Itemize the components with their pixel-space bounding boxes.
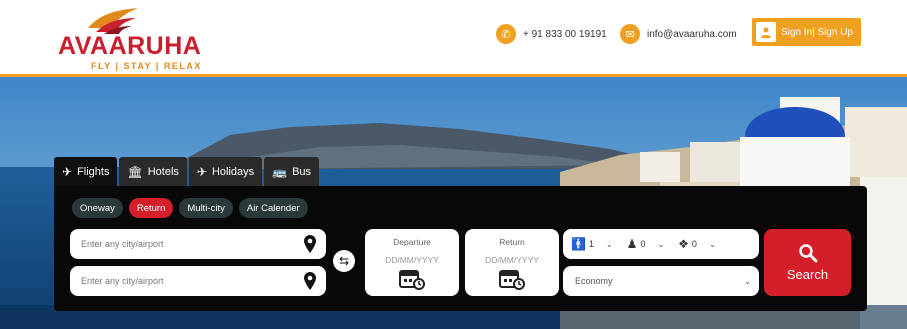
phone-contact[interactable]: ✆ + 91 833 00 19191 xyxy=(496,22,607,46)
mail-icon: ✉ xyxy=(620,24,640,44)
from-city-input[interactable]: Enter any city/airport xyxy=(70,229,326,259)
site-header: AVAARUHA FLY | STAY | RELAX ✆ + 91 833 0… xyxy=(0,0,907,77)
swap-cities-button[interactable]: ⇆ xyxy=(333,250,355,272)
chevron-down-icon: ⌄ xyxy=(605,239,613,249)
cabin-class-value: Economy xyxy=(575,276,613,286)
hotel-icon: 🏛 xyxy=(127,164,143,179)
adults-select[interactable]: 🚹 1 ⌄ xyxy=(571,237,613,251)
holidays-icon: ✈ xyxy=(196,164,207,179)
user-icon xyxy=(756,22,776,42)
children-select[interactable]: ♟ 0 ⌄ xyxy=(627,237,664,251)
departure-placeholder: DD/MM/YYYY xyxy=(385,255,439,265)
email-contact[interactable]: ✉ info@avaaruha.com xyxy=(620,22,737,46)
location-pin-icon xyxy=(304,235,316,253)
search-button[interactable]: Search xyxy=(764,229,851,296)
calendar-clock-icon xyxy=(399,270,425,290)
return-date-input[interactable]: Return DD/MM/YYYY xyxy=(465,229,559,296)
from-city-placeholder: Enter any city/airport xyxy=(81,239,164,249)
trip-type-selector: Oneway Return Multi-city Air Calender xyxy=(72,198,314,218)
tab-hotels[interactable]: 🏛 Hotels xyxy=(119,157,187,186)
cabin-class-select[interactable]: Economy ⌄ xyxy=(563,266,759,296)
bus-icon: 🚌 xyxy=(272,164,288,179)
tab-label: Bus xyxy=(292,165,312,178)
sign-in-label: Sign In| Sign Up xyxy=(781,26,854,38)
tab-label: Hotels xyxy=(147,165,179,178)
tab-bus[interactable]: 🚌 Bus xyxy=(264,157,320,186)
chevron-down-icon: ⌄ xyxy=(744,276,751,286)
children-count: 0 xyxy=(640,239,646,249)
calendar-clock-icon xyxy=(499,270,525,290)
search-label: Search xyxy=(786,267,829,282)
child-icon: ♟ xyxy=(626,237,638,251)
flight-search-panel: Oneway Return Multi-city Air Calender En… xyxy=(54,186,867,311)
trip-type-multi-city[interactable]: Multi-city xyxy=(179,198,233,218)
adults-count: 1 xyxy=(588,239,594,249)
email-address: info@avaaruha.com xyxy=(647,28,737,40)
chevron-down-icon: ⌄ xyxy=(708,239,716,249)
tab-label: Flights xyxy=(77,165,110,178)
return-placeholder: DD/MM/YYYY xyxy=(485,255,539,265)
infant-icon: ❖ xyxy=(678,237,689,251)
adult-icon: 🚹 xyxy=(571,237,586,251)
to-city-input[interactable]: Enter any city/airport xyxy=(70,266,326,296)
brand-logo[interactable]: AVAARUHA FLY | STAY | RELAX xyxy=(58,6,233,71)
sign-in-button[interactable]: Sign In| Sign Up xyxy=(752,18,861,46)
tab-label: Holidays xyxy=(211,165,255,178)
departure-label: Departure xyxy=(393,237,431,247)
departure-date-input[interactable]: Departure DD/MM/YYYY xyxy=(365,229,459,296)
trip-type-return[interactable]: Return xyxy=(128,198,174,218)
to-city-placeholder: Enter any city/airport xyxy=(81,276,164,286)
swap-icon: ⇆ xyxy=(338,254,350,268)
phone-number: + 91 833 00 19191 xyxy=(523,28,607,40)
search-icon xyxy=(798,244,817,263)
tab-holidays[interactable]: ✈ Holidays xyxy=(188,157,263,186)
chevron-down-icon: ⌄ xyxy=(657,239,665,249)
location-pin-icon xyxy=(304,272,316,290)
tab-flights[interactable]: ✈ Flights xyxy=(54,157,118,186)
infants-select[interactable]: ❖ 0 ⌄ xyxy=(678,237,715,251)
page: AVAARUHA FLY | STAY | RELAX ✆ + 91 833 0… xyxy=(0,0,907,329)
passenger-selector: 🚹 1 ⌄ ♟ 0 ⌄ ❖ 0 ⌄ xyxy=(563,229,759,259)
infants-count: 0 xyxy=(691,239,697,249)
trip-type-air-calender[interactable]: Air Calender xyxy=(238,198,308,218)
brand-name: AVAARUHA xyxy=(58,32,202,60)
brand-tagline: FLY | STAY | RELAX xyxy=(91,61,202,71)
return-label: Return xyxy=(499,237,525,247)
service-tabs: ✈ Flights 🏛 Hotels ✈ Holidays 🚌 Bus xyxy=(54,157,321,186)
trip-type-oneway[interactable]: Oneway xyxy=(72,198,123,218)
phone-icon: ✆ xyxy=(496,24,516,44)
plane-icon: ✈ xyxy=(62,164,73,179)
